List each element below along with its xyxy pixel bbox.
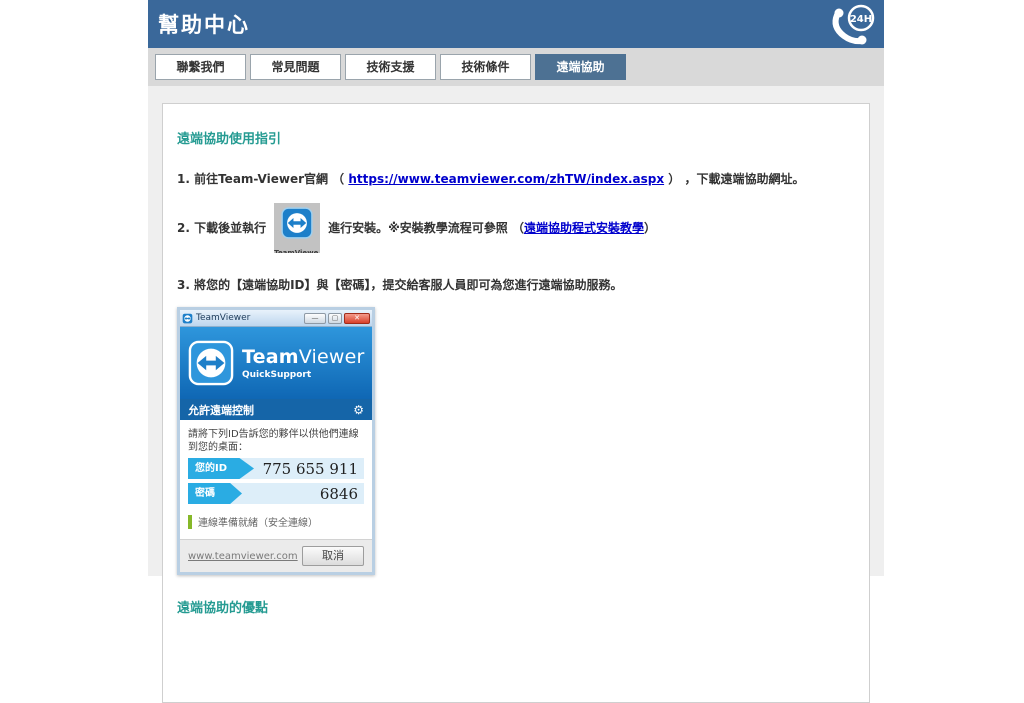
tv-settings-gear-icon: ⚙ [353,403,364,417]
status-text: 連線準備就緒（安全連線） [198,514,318,529]
tv-brand-light: Viewer [299,346,365,368]
tv-password-label-badge: 密碼 [188,483,242,504]
desktop-icon-caption: TeamViewe... [274,245,320,253]
benefits-section-title: 遠端協助的優點 [177,597,855,616]
hotline-badge-text: 24H [850,14,872,25]
tv-brand-text: TeamViewer QuickSupport [242,346,365,380]
teamviewer-site-link[interactable]: https://www.teamviewer.com/zhTW/index.as… [348,172,664,186]
tv-instruction-text: 請將下列ID告訴您的夥伴以供他們連線到您的桌面： [188,428,364,454]
hotline-24h-phone-icon: 24H [828,3,880,47]
tv-footer: www.teamviewer.com 取消 [180,539,372,572]
content-background: 遠端協助使用指引 1. 前往Team-Viewer官網 （ https://ww… [148,86,884,576]
site-container: 幫助中心 24H 聯繫我們 常見問題 技術支援 技術條件 遠端協助 遠端協助使用… [148,0,884,576]
tv-brand-bold: Team [242,346,299,368]
tv-brand-header: TeamViewer QuickSupport [180,327,372,399]
tv-id-value: 775 655 911 [254,460,364,478]
tv-connection-status: 連線準備就緒（安全連線） [188,514,364,529]
tab-tech-requirements[interactable]: 技術條件 [440,54,531,80]
tv-close-button: ✕ [344,313,370,324]
tv-allow-remote-control-label: 允許遠端控制 [188,402,254,418]
tv-allow-remote-control-bar: 允許遠端控制 ⚙ [180,399,372,420]
tv-brand-subtitle: QuickSupport [242,370,365,380]
tv-id-row: 您的ID 775 655 911 [188,458,364,479]
install-tutorial-link[interactable]: 遠端協助程式安裝教學 [524,220,644,236]
tv-maximize-button: ▢ [328,313,342,324]
step-3: 3. 將您的【遠端協助ID】與【密碼】，提交給客服人員即可為您進行遠端協助服務。 [177,277,855,293]
nav-tabbar: 聯繫我們 常見問題 技術支援 技術條件 遠端協助 [148,48,884,86]
teamviewer-desktop-icon: TeamViewe... [274,203,320,253]
teamviewer-window-screenshot: TeamViewer — ▢ ✕ TeamViewer QuickSupport [177,307,375,575]
tv-footer-website-link: www.teamviewer.com [188,551,298,562]
tab-tech-support[interactable]: 技術支援 [345,54,436,80]
page-title: 幫助中心 [148,9,250,39]
tv-minimize-button: — [304,313,326,324]
status-ready-indicator [188,515,192,529]
tv-password-value: 6846 [242,485,364,503]
page-header: 幫助中心 24H [148,0,884,48]
tv-body: 請將下列ID告訴您的夥伴以供他們連線到您的桌面： 您的ID 775 655 91… [180,420,372,539]
tv-titlebar: TeamViewer — ▢ ✕ [180,310,372,327]
guide-section-title: 遠端協助使用指引 [177,128,855,147]
step-2-text-post: ） [644,220,656,236]
step-2-text-mid: 進行安裝。※安裝教學流程可參照 （ [328,220,524,236]
step-2: 2. 下載後並執行 TeamViewe... 進行安裝。※安裝教學流程可參照 （… [177,203,855,253]
tv-id-label-badge: 您的ID [188,458,254,479]
tab-contact-us[interactable]: 聯繫我們 [155,54,246,80]
step-2-text-pre: 2. 下載後並執行 [177,220,266,236]
content-panel: 遠端協助使用指引 1. 前往Team-Viewer官網 （ https://ww… [162,103,870,703]
tab-remote-assistance[interactable]: 遠端協助 [535,54,626,80]
tv-password-row: 密碼 6846 [188,483,364,504]
tv-titlebar-app-icon [182,313,193,324]
step-1-text-post: ） ，下載遠端協助網址。 [664,172,804,186]
tab-faq[interactable]: 常見問題 [250,54,341,80]
teamviewer-logo-icon [188,340,234,386]
step-1-text-pre: 1. 前往Team-Viewer官網 （ [177,172,348,186]
tv-cancel-button: 取消 [302,546,364,566]
tv-window-title: TeamViewer [196,313,302,323]
step-1: 1. 前往Team-Viewer官網 （ https://www.teamvie… [177,171,855,187]
